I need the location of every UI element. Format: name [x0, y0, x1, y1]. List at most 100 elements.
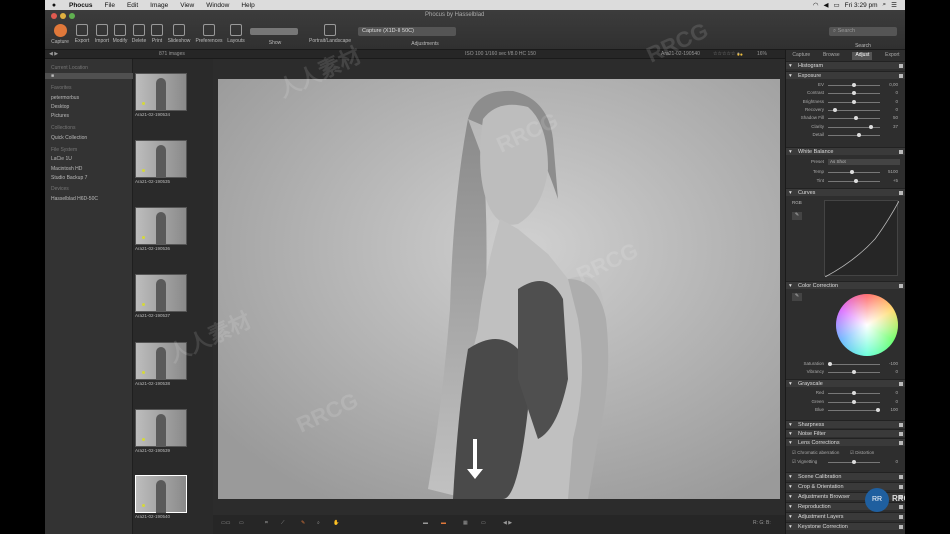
adjust-section[interactable]: ▾ Scene Calibration — [786, 472, 905, 480]
capture-button[interactable]: Capture — [50, 24, 70, 45]
preferences-button[interactable]: Preferences — [193, 24, 225, 44]
sidebar-item[interactable]: Quick Collection — [51, 135, 87, 141]
slideshow-button[interactable]: Slideshow — [165, 24, 193, 44]
thumbnail-item[interactable]: Ara21-02-190534 — [135, 73, 191, 117]
adjust-section[interactable]: ▾ Sharpness — [786, 420, 905, 428]
sidebar-item[interactable]: ■ — [45, 73, 133, 79]
sidebar-item[interactable]: Pictures — [51, 113, 69, 119]
enable-toggle[interactable] — [899, 475, 903, 479]
capture-camera-box[interactable]: Capture (X1D-II 50C) — [358, 27, 456, 36]
enable-toggle[interactable] — [899, 423, 903, 427]
slider-knob[interactable] — [828, 362, 832, 366]
thumbnail-item[interactable]: Ara21-02-190535 — [135, 140, 191, 184]
portrait-landscape-button[interactable]: Portrait/Landscape — [307, 24, 353, 44]
sidebar-item[interactable]: petermorbus — [51, 95, 79, 101]
star-rating[interactable]: ☆☆☆☆☆ ●● ● — [713, 51, 743, 58]
import-button[interactable]: Import — [92, 24, 112, 44]
sidebar-item[interactable]: Desktop — [51, 104, 69, 110]
search-field[interactable]: ⌕ Search — [829, 27, 897, 36]
color-wheel[interactable] — [836, 294, 898, 356]
vignetting-checkbox[interactable]: ☑ Vignetting — [792, 459, 817, 465]
zoom-window-icon[interactable] — [69, 13, 75, 19]
slider-knob[interactable] — [849, 170, 854, 174]
battery-icon[interactable]: ▭ — [834, 1, 840, 9]
slider-knob[interactable] — [852, 399, 856, 404]
slider-track[interactable] — [828, 132, 880, 137]
slider-knob[interactable] — [852, 99, 856, 104]
enable-toggle[interactable] — [899, 515, 903, 519]
overlay-icon[interactable]: ▬ — [441, 520, 446, 526]
thumbnail-item[interactable]: Ara21-02-190538 — [135, 342, 191, 386]
slider-knob[interactable] — [876, 408, 880, 412]
slider-track[interactable] — [828, 370, 880, 374]
curves-mode-select[interactable]: RGB — [792, 200, 802, 205]
volume-icon[interactable]: ◀ — [824, 1, 829, 9]
slider-knob[interactable] — [852, 391, 856, 395]
color-correction-section[interactable]: ▾ Color Correction — [786, 281, 905, 289]
slider-track[interactable] — [828, 178, 880, 183]
tab-browse[interactable]: Browse — [823, 52, 840, 60]
enable-toggle[interactable] — [899, 150, 903, 154]
close-window-icon[interactable] — [51, 13, 57, 19]
vignetting-value[interactable]: 0 — [884, 459, 898, 464]
sidebar-item[interactable]: LaCie 1U — [51, 156, 72, 162]
enable-toggle[interactable] — [899, 64, 903, 68]
adjust-section[interactable]: ▾ Crop & Orientation — [786, 482, 905, 490]
brush-tool-icon[interactable]: ✎ — [301, 520, 305, 526]
slider-knob[interactable] — [852, 460, 856, 464]
curves-section[interactable]: ▾ Curves — [786, 188, 905, 196]
slider-value[interactable]: 5100 — [884, 169, 898, 174]
slider-knob[interactable] — [852, 91, 856, 96]
slider-track[interactable] — [828, 399, 880, 404]
enable-toggle[interactable] — [899, 441, 903, 445]
menu-file[interactable]: File — [98, 2, 120, 9]
enable-toggle[interactable] — [899, 485, 903, 489]
menu-view[interactable]: View — [174, 2, 200, 9]
thumbnail-item[interactable]: Ara21-02-190536 — [135, 207, 191, 251]
thumbnail-item[interactable]: Ara21-02-190537 — [135, 274, 191, 318]
single-view-icon[interactable]: ▭ — [239, 520, 244, 526]
eyedropper-icon[interactable]: ✎ — [792, 293, 802, 301]
image-viewer[interactable] — [218, 79, 780, 499]
apple-menu-icon[interactable]: ● — [45, 2, 63, 9]
slider-value[interactable]: 100 — [884, 407, 898, 412]
vignetting-slider[interactable] — [828, 460, 880, 464]
spotlight-icon[interactable]: ⌕ — [883, 1, 887, 9]
slider-track[interactable] — [828, 408, 880, 412]
crop-tool-icon[interactable]: ⌗ — [265, 520, 268, 526]
print-button[interactable]: Print — [147, 24, 167, 44]
split-view-icon[interactable]: ▭▭ — [221, 520, 230, 526]
slider-value[interactable]: 50 — [884, 115, 898, 120]
slider-value[interactable]: 0 — [884, 107, 898, 112]
slider-track[interactable] — [828, 107, 880, 112]
menu-image[interactable]: Image — [144, 2, 174, 9]
slider-value[interactable]: +5 — [884, 178, 898, 183]
sidebar-item[interactable]: Studio Backup 7 — [51, 175, 87, 181]
prev-next-nav[interactable]: ◀ ▶ — [503, 520, 512, 526]
nav-back-icon[interactable]: ◀ ▶ — [49, 51, 58, 57]
slider-value[interactable]: 0 — [884, 369, 898, 374]
slider-knob[interactable] — [854, 178, 859, 183]
slider-value[interactable]: 0 — [884, 390, 898, 395]
chromatic-aberration-checkbox[interactable]: ☑ Chromatic aberration — [792, 450, 839, 456]
eyedropper-icon[interactable]: ✎ — [792, 212, 802, 220]
white-balance-section[interactable]: ▾ White Balance — [786, 147, 905, 155]
slider-track[interactable] — [828, 91, 880, 96]
tab-export[interactable]: Export — [885, 52, 899, 60]
straighten-tool-icon[interactable]: ⟋ — [281, 520, 285, 526]
adjust-section[interactable]: ▾ Keystone Correction — [786, 522, 905, 530]
zoom-level[interactable]: 16% — [757, 51, 767, 57]
clock[interactable]: Fri 3:29 pm — [845, 2, 878, 9]
slider-track[interactable] — [828, 362, 880, 366]
tab-adjust[interactable]: Adjust — [852, 52, 873, 60]
curves-graph[interactable] — [824, 200, 900, 278]
compare-icon[interactable]: ▭ — [481, 520, 486, 526]
delete-button[interactable]: Delete — [129, 24, 149, 44]
thumbnail-item[interactable]: Ara21-02-190539 — [135, 409, 191, 453]
enable-toggle[interactable] — [899, 525, 903, 529]
slider-knob[interactable] — [852, 83, 856, 87]
menu-window[interactable]: Window — [200, 2, 235, 9]
slider-track[interactable] — [828, 124, 880, 129]
notification-icon[interactable]: ☰ — [891, 1, 897, 9]
slider-value[interactable]: 0 — [884, 399, 898, 404]
